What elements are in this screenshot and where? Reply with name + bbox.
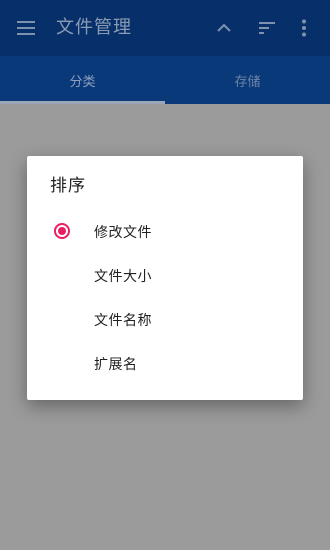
tab-category[interactable]: 分类 [0, 56, 165, 104]
tab-storage[interactable]: 存储 [165, 56, 330, 104]
sort-option-label: 修改文件 [94, 225, 152, 241]
hamburger-menu-icon[interactable] [14, 16, 38, 40]
radio-unselected-icon[interactable] [54, 355, 70, 371]
app-title: 文件管理 [56, 17, 132, 38]
tab-bar: 分类 存储 [0, 56, 330, 104]
sort-option-label: 文件大小 [94, 269, 152, 285]
sort-dialog-title: 排序 [50, 176, 86, 196]
radio-selected-icon[interactable] [54, 223, 70, 239]
sort-option-extension[interactable]: 扩展名 [27, 343, 303, 387]
chevron-up-icon[interactable] [212, 16, 236, 40]
radio-unselected-icon[interactable] [54, 267, 70, 283]
sort-option-label: 文件名称 [94, 313, 152, 329]
sort-icon[interactable] [255, 16, 279, 40]
more-vertical-icon[interactable] [292, 16, 316, 40]
file-manager-app: 文件管理 分类 存储 排序 修改文件 文件大小 文件名称 扩展名 [0, 0, 330, 550]
sort-dialog: 排序 修改文件 文件大小 文件名称 扩展名 [27, 156, 303, 400]
sort-option-modified[interactable]: 修改文件 [27, 211, 303, 255]
sort-option-size[interactable]: 文件大小 [27, 255, 303, 299]
sort-option-label: 扩展名 [94, 357, 138, 373]
sort-option-name[interactable]: 文件名称 [27, 299, 303, 343]
radio-unselected-icon[interactable] [54, 311, 70, 327]
app-toolbar: 文件管理 [0, 0, 330, 56]
